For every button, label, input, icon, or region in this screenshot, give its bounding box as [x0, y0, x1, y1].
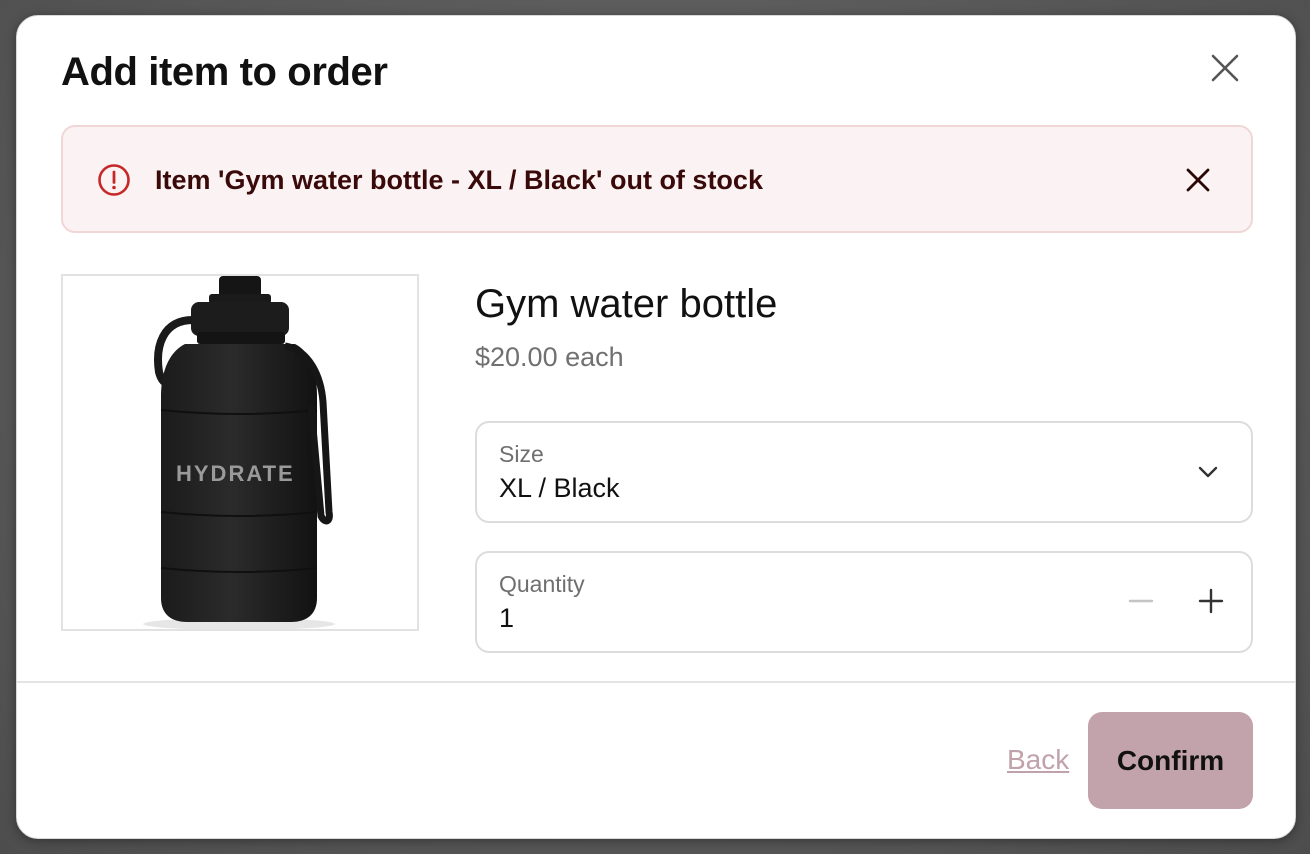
close-icon [1186, 168, 1210, 192]
error-circle-icon [98, 164, 130, 196]
size-label: Size [499, 441, 544, 467]
close-icon [1211, 54, 1239, 82]
quantity-decrement-button[interactable] [1123, 583, 1159, 619]
bottle-brand-text: HYDRATE [176, 461, 295, 486]
dialog-title: Add item to order [61, 50, 388, 94]
back-link[interactable]: Back [1007, 744, 1069, 776]
product-price: $20.00 each [475, 342, 624, 372]
alert-message: Item 'Gym water bottle - XL / Black' out… [155, 165, 763, 195]
product-image: HYDRATE [61, 274, 419, 631]
size-value: XL / Black [499, 473, 620, 503]
confirm-button[interactable]: Confirm [1088, 712, 1253, 809]
plus-icon [1198, 588, 1224, 614]
dialog-close-button[interactable] [1207, 50, 1243, 86]
footer-divider [17, 681, 1295, 683]
out-of-stock-alert: Item 'Gym water bottle - XL / Black' out… [61, 125, 1253, 233]
minus-icon [1128, 599, 1154, 603]
quantity-value[interactable]: 1 [499, 603, 514, 634]
quantity-label: Quantity [499, 571, 585, 597]
add-item-dialog: Add item to order Item 'Gym water bottle… [16, 15, 1296, 839]
water-bottle-image: HYDRATE [143, 276, 335, 629]
size-select[interactable]: Size XL / Black [475, 421, 1253, 523]
alert-dismiss-button[interactable] [1181, 163, 1215, 197]
quantity-stepper: Quantity 1 [475, 551, 1253, 653]
chevron-down-icon [1198, 466, 1218, 478]
quantity-increment-button[interactable] [1193, 583, 1229, 619]
product-name: Gym water bottle [475, 282, 778, 326]
